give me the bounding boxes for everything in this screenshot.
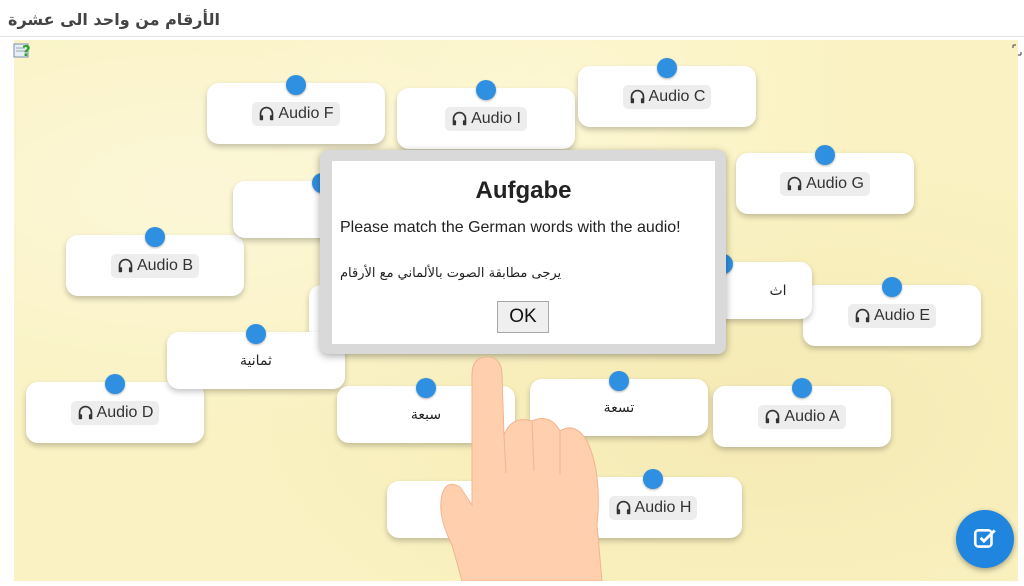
- fullscreen-icon[interactable]: [1012, 43, 1022, 56]
- word-label: اث: [769, 282, 787, 299]
- connector-dot[interactable]: [643, 469, 663, 489]
- headphones-icon: [787, 176, 802, 191]
- audio-label: Audio F: [278, 104, 334, 122]
- audio-chip[interactable]: Audio G: [780, 171, 870, 196]
- audio-chip[interactable]: Audio C: [622, 84, 712, 109]
- connector-dot[interactable]: [882, 277, 902, 297]
- check-icon: [973, 529, 996, 548]
- headphones-icon: [766, 409, 780, 424]
- headphones-icon: [452, 111, 467, 126]
- headphones-icon: [630, 89, 644, 104]
- audio-card-a[interactable]: Audio A: [713, 378, 891, 447]
- word-card-eight[interactable]: ثمانية: [167, 324, 345, 389]
- audio-chip[interactable]: Audio D: [70, 400, 160, 425]
- audio-chip[interactable]: Audio I: [445, 106, 527, 131]
- page-title: الأرقام من واحد الى عشرة: [8, 10, 220, 29]
- audio-label: Audio A: [784, 407, 840, 425]
- dialog-instruction-de: Please match the German words with the a…: [340, 219, 681, 236]
- audio-card-e[interactable]: Audio E: [803, 277, 981, 346]
- connector-dot[interactable]: [792, 378, 812, 398]
- audio-chip[interactable]: Audio H: [608, 495, 698, 520]
- audio-card-d[interactable]: Audio D: [26, 374, 204, 443]
- audio-card-i[interactable]: Audio I: [397, 80, 575, 149]
- headphones-icon: [260, 106, 274, 121]
- headphones-icon: [855, 308, 870, 323]
- help-icon[interactable]: ?: [13, 41, 33, 60]
- audio-card-f[interactable]: Audio F: [207, 75, 385, 144]
- audio-label: Audio E: [873, 306, 931, 324]
- audio-chip[interactable]: Audio B: [110, 253, 200, 278]
- audio-label: Audio G: [806, 174, 864, 192]
- headphones-icon: [78, 405, 92, 420]
- connector-dot[interactable]: [657, 58, 677, 78]
- audio-label: Audio I: [471, 109, 521, 127]
- audio-label: Audio B: [136, 256, 194, 274]
- hand-pointer-icon: [432, 355, 612, 582]
- connector-dot[interactable]: [246, 324, 266, 344]
- audio-card-c[interactable]: Audio C: [578, 58, 756, 127]
- audio-label: Audio C: [648, 87, 706, 105]
- audio-label: Audio H: [634, 498, 692, 516]
- check-button[interactable]: [956, 510, 1014, 568]
- audio-card-b[interactable]: Audio B: [66, 227, 244, 296]
- headphones-icon: [118, 258, 133, 273]
- headphones-icon: [616, 500, 630, 515]
- connector-dot[interactable]: [286, 75, 306, 95]
- audio-chip[interactable]: Audio E: [847, 303, 937, 328]
- audio-chip[interactable]: Audio F: [252, 101, 340, 126]
- dialog-body: Aufgabe Please match the German words wi…: [332, 161, 715, 344]
- ok-button[interactable]: OK: [497, 301, 549, 333]
- connector-dot[interactable]: [609, 371, 629, 391]
- connector-dot[interactable]: [815, 145, 835, 165]
- title-divider: [0, 36, 1024, 37]
- word-label: ثمانية: [240, 352, 272, 369]
- audio-card-g[interactable]: Audio G: [736, 145, 914, 214]
- connector-dot[interactable]: [105, 374, 125, 394]
- svg-text:?: ?: [22, 42, 31, 59]
- task-dialog: Aufgabe Please match the German words wi…: [320, 150, 726, 354]
- audio-chip[interactable]: Audio A: [758, 404, 846, 429]
- dialog-title: Aufgabe: [475, 177, 572, 204]
- connector-dot[interactable]: [476, 80, 496, 100]
- dialog-instruction-ar: يرجى مطابقة الصوت بالألماني مع الأرقام: [340, 266, 562, 281]
- audio-label: Audio D: [96, 403, 154, 421]
- connector-dot[interactable]: [145, 227, 165, 247]
